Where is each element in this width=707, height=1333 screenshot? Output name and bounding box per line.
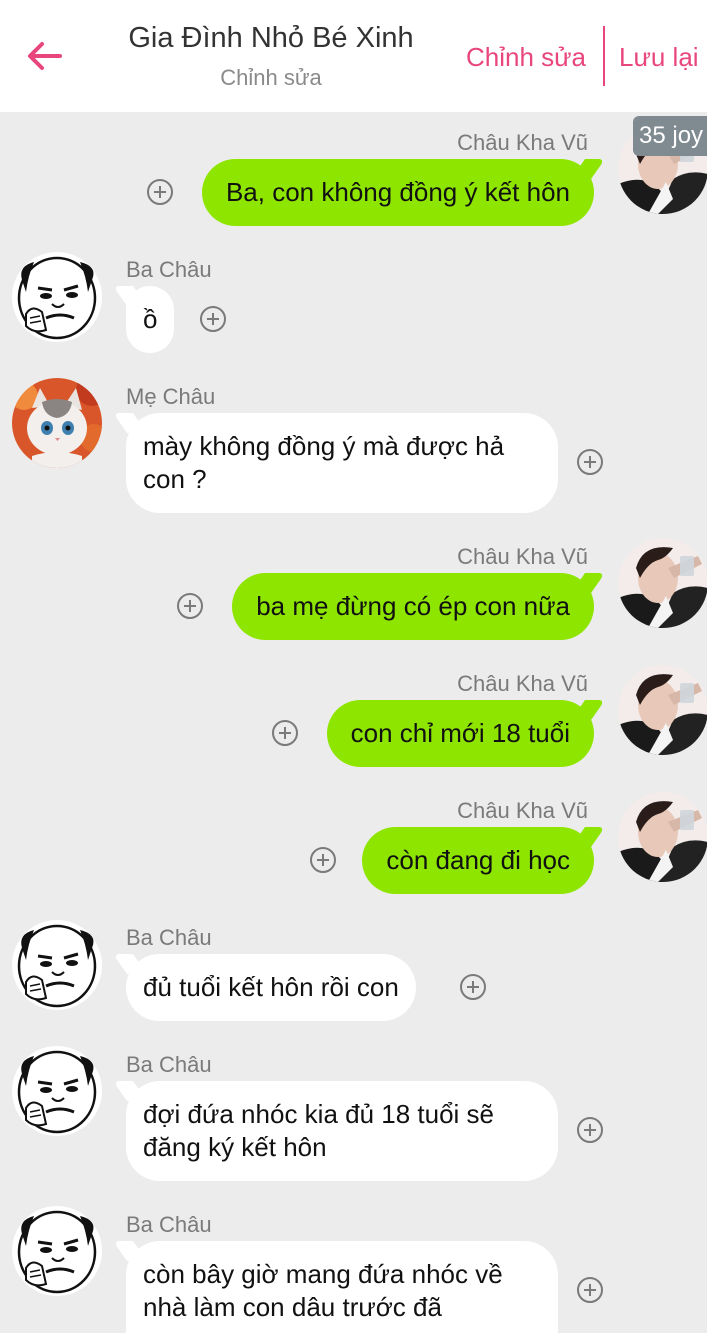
chat-header: Gia Đình Nhỏ Bé Xinh Chỉnh sửa Chỉnh sửa… [0,0,707,112]
joy-badge: 35 joy [633,116,707,156]
add-reaction-icon[interactable] [200,306,226,332]
cat-avatar[interactable] [12,378,102,468]
message-line: mày không đồng ý mà được hả [143,431,505,461]
meme-face-avatar[interactable] [12,1206,102,1296]
sender-name: Châu Kha Vũ [457,671,588,696]
message-line: còn bây giờ mang đứa nhóc về [143,1259,503,1289]
sender-name: Ba Châu [126,1212,212,1237]
sender-name: Ba Châu [126,1052,212,1077]
sender-name: Ba Châu [126,925,212,950]
page-title: Gia Đình Nhỏ Bé Xinh [128,22,414,54]
meme-face-avatar[interactable] [12,252,102,342]
sender-name: Mẹ Châu [126,384,216,409]
add-reaction-icon[interactable] [310,847,336,873]
page-subtitle: Chỉnh sửa [220,65,322,90]
sender-name: Châu Kha Vũ [457,130,588,155]
message-bubble[interactable]: ồ [126,286,175,353]
add-reaction-icon[interactable] [460,974,486,1000]
sender-name: Ba Châu [126,257,212,282]
add-reaction-icon[interactable] [177,593,203,619]
message-line: con ? [143,464,207,494]
add-reaction-icon[interactable] [577,1277,603,1303]
message-bubble[interactable]: Ba, con không đồng ý kết hôn [201,159,594,226]
edit-button[interactable]: Chỉnh sửa [466,42,586,73]
message-bubble[interactable]: đủ tuổi kết hôn rồi con [126,954,416,1021]
sender-name: Châu Kha Vũ [457,544,588,569]
message-bubble[interactable]: còn đang đi học [362,827,594,894]
message-line: đăng ký kết hôn [143,1132,327,1162]
message-line: đợi đứa nhóc kia đủ 18 tuổi sẽ [143,1099,495,1129]
header-divider [603,26,605,86]
message-line: nhà làm con dâu trước đã [143,1292,442,1322]
back-arrow-icon[interactable] [22,34,66,78]
message-bubble[interactable]: con chỉ mới 18 tuổi [326,700,594,767]
meme-face-avatar[interactable] [12,1046,102,1136]
message-bubble[interactable]: đợi đứa nhóc kia đủ 18 tuổi sẽ đăng ký k… [126,1081,558,1181]
message-bubble[interactable]: mày không đồng ý mà được hả con ? [126,413,558,513]
boy-avatar[interactable] [618,538,707,628]
sender-name: Châu Kha Vũ [457,798,588,823]
add-reaction-icon[interactable] [577,1117,603,1143]
save-button[interactable]: Lưu lại [619,42,699,73]
boy-avatar[interactable] [618,792,707,882]
meme-face-avatar[interactable] [12,920,102,1010]
message-bubble[interactable]: còn bây giờ mang đứa nhóc về nhà làm con… [126,1241,558,1333]
add-reaction-icon[interactable] [577,449,603,475]
message-bubble[interactable]: ba mẹ đừng có ép con nữa [232,573,594,640]
add-reaction-icon[interactable] [272,720,298,746]
boy-avatar[interactable] [618,665,707,755]
add-reaction-icon[interactable] [147,179,173,205]
